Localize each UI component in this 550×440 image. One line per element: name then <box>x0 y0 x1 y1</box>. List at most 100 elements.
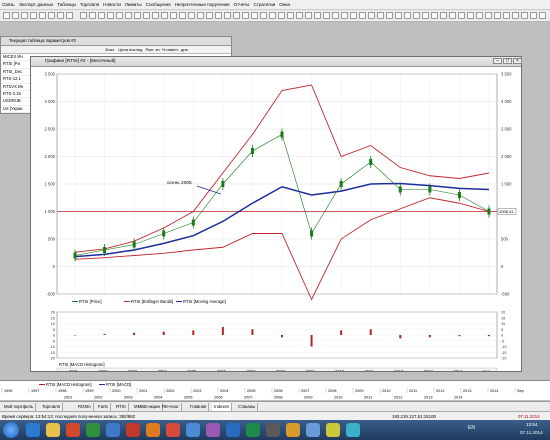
toolbar-button[interactable] <box>539 12 546 19</box>
toolbar-button[interactable] <box>116 12 123 19</box>
app-icon[interactable] <box>326 423 340 437</box>
toolbar-button[interactable] <box>125 12 132 19</box>
tab-главная[interactable]: Главная <box>188 403 210 411</box>
toolbar-button[interactable] <box>269 12 276 19</box>
app-icon[interactable] <box>306 423 320 437</box>
app-icon[interactable] <box>286 423 300 437</box>
menu-item[interactable]: Новости <box>101 2 123 7</box>
tab-торговля[interactable]: Торговля <box>40 403 63 411</box>
toolbar-button[interactable] <box>386 12 393 19</box>
toolbar-button[interactable] <box>287 12 294 19</box>
toolbar-button[interactable] <box>152 12 159 19</box>
toolbar-button[interactable] <box>305 12 312 19</box>
toolbar-button[interactable] <box>233 12 240 19</box>
toolbar-button[interactable] <box>422 12 429 19</box>
toolbar-button[interactable] <box>521 12 528 19</box>
toolbar-button[interactable] <box>89 12 96 19</box>
toolbar-button[interactable] <box>134 12 141 19</box>
toolbar-button[interactable] <box>179 12 186 19</box>
toolbar-button[interactable] <box>206 12 213 19</box>
excel-icon[interactable] <box>246 423 260 437</box>
menu-item[interactable]: Отчеты <box>232 2 252 7</box>
tab-mmbb-акции[interactable]: MMBB-акции <box>132 403 163 411</box>
firefox-icon[interactable] <box>146 423 160 437</box>
menu-item[interactable]: Таблицы <box>55 2 78 7</box>
toolbar-button[interactable] <box>377 12 384 19</box>
toolbar-button[interactable] <box>314 12 321 19</box>
toolbar-button[interactable] <box>449 12 456 19</box>
maximize-icon[interactable]: □ <box>503 58 512 64</box>
toolbar-button[interactable] <box>260 12 267 19</box>
menu-item[interactable]: Сообщения <box>144 2 173 7</box>
tab-re-hour[interactable]: RE-Hour <box>160 403 182 411</box>
toolbar-button[interactable] <box>39 12 46 19</box>
toolbar-button[interactable] <box>368 12 375 19</box>
toolbar-button[interactable] <box>458 12 465 19</box>
toolbar-button[interactable] <box>197 12 204 19</box>
menu-item[interactable]: Окна <box>277 2 292 7</box>
toolbar-button[interactable] <box>395 12 402 19</box>
toolbar-button[interactable] <box>170 12 177 19</box>
toolbar-button[interactable] <box>107 12 114 19</box>
toolbar-button[interactable] <box>512 12 519 19</box>
toolbar-button[interactable] <box>66 12 73 19</box>
tab-rgma[interactable]: RGMA <box>76 403 94 411</box>
opera-icon[interactable] <box>166 423 180 437</box>
toolbar-button[interactable] <box>251 12 258 19</box>
toolbar-button[interactable] <box>332 12 339 19</box>
minimize-icon[interactable]: – <box>493 58 502 64</box>
toolbar-button[interactable] <box>467 12 474 19</box>
app-icon[interactable] <box>86 423 100 437</box>
menu-item[interactable]: Связь <box>0 2 17 7</box>
toolbar-button[interactable] <box>21 12 28 19</box>
toolbar-button[interactable] <box>30 12 37 19</box>
app-icon[interactable] <box>106 423 120 437</box>
menu-item[interactable]: Стратегии <box>251 2 277 7</box>
toolbar-button[interactable] <box>440 12 447 19</box>
tab-indexes[interactable]: Indexes <box>212 403 233 411</box>
folder-icon[interactable] <box>46 423 60 437</box>
chart-area[interactable]: 3 500 3 500 3 000 3 000 2 500 2 500 2 000 2 000… <box>31 66 521 371</box>
word-icon[interactable] <box>226 423 240 437</box>
tab-rtsi[interactable]: RTSI <box>114 403 129 411</box>
menu-item[interactable]: Торговля <box>78 2 101 7</box>
app-icon[interactable] <box>266 423 280 437</box>
toolbar-button[interactable] <box>494 12 501 19</box>
toolbar-button[interactable] <box>296 12 303 19</box>
language-indicator[interactable]: EN <box>468 425 475 431</box>
toolbar-button[interactable] <box>530 12 537 19</box>
start-button-icon[interactable] <box>3 422 19 438</box>
toolbar-button[interactable] <box>57 12 64 19</box>
toolbar-button[interactable] <box>80 12 87 19</box>
toolbar-button[interactable] <box>278 12 285 19</box>
tab-мой-портфель[interactable]: Мой портфель <box>2 403 37 411</box>
toolbar-button[interactable] <box>143 12 150 19</box>
ie-icon[interactable] <box>26 423 40 437</box>
app-icon[interactable] <box>186 423 200 437</box>
toolbar-button[interactable] <box>48 12 55 19</box>
tab-стаканы[interactable]: Стаканы <box>236 403 259 411</box>
toolbar-button[interactable] <box>242 12 249 19</box>
clock-time[interactable]: 13:54 <box>526 422 538 427</box>
toolbar-button[interactable] <box>413 12 420 19</box>
app-icon[interactable] <box>346 423 360 437</box>
toolbar-button[interactable] <box>341 12 348 19</box>
toolbar-button[interactable] <box>215 12 222 19</box>
tab-farts[interactable]: Farts <box>96 403 111 411</box>
media-player-icon[interactable] <box>66 423 80 437</box>
toolbar-button[interactable] <box>224 12 231 19</box>
toolbar-button[interactable] <box>188 12 195 19</box>
close-icon[interactable]: × <box>513 58 522 64</box>
toolbar-button[interactable] <box>404 12 411 19</box>
clock-date[interactable]: 07.11.2014 <box>520 430 543 435</box>
toolbar-button[interactable] <box>503 12 510 19</box>
toolbar-button[interactable] <box>485 12 492 19</box>
toolbar-button[interactable] <box>323 12 330 19</box>
menu-item[interactable]: Непрочтенные поручения <box>173 2 232 7</box>
toolbar-button[interactable] <box>476 12 483 19</box>
toolbar-button[interactable] <box>3 12 10 19</box>
toolbar-button[interactable] <box>359 12 366 19</box>
menu-item[interactable]: Экспорт данных <box>17 2 55 7</box>
menu-item[interactable]: Лимиты <box>123 2 144 7</box>
toolbar-button[interactable] <box>431 12 438 19</box>
